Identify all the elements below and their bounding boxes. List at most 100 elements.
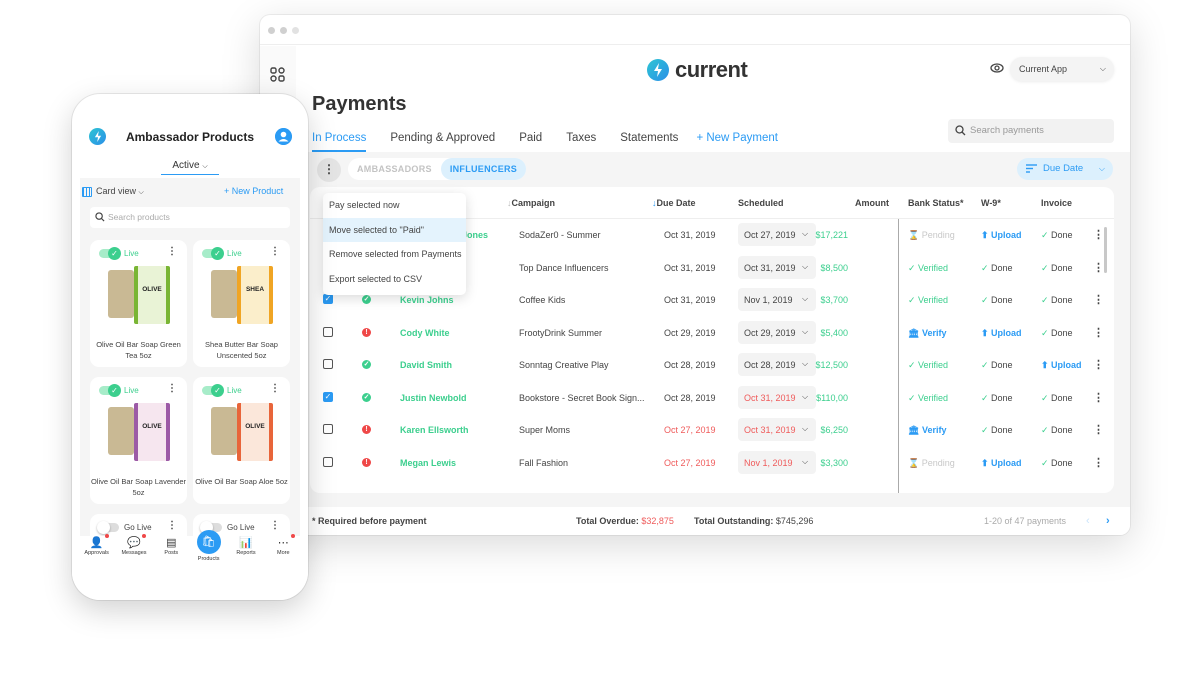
- bulk-actions-button[interactable]: ⋮: [317, 158, 341, 182]
- w9-status[interactable]: ⬆ Upload: [981, 328, 1022, 339]
- new-product-button[interactable]: + New Product: [224, 186, 283, 196]
- row-checkbox[interactable]: ✓: [323, 391, 333, 402]
- window-dot[interactable]: [292, 27, 299, 34]
- segment-ambassadors[interactable]: AMBASSADORS: [348, 158, 441, 180]
- brand-name: current: [675, 57, 748, 82]
- w9-status[interactable]: ⬆ Upload: [981, 230, 1022, 241]
- bank-status[interactable]: 🏛 Verify: [908, 328, 946, 339]
- tab-reports[interactable]: 📊 Reports: [229, 536, 263, 581]
- w9-status[interactable]: ⬆ Upload: [981, 458, 1022, 469]
- row-checkbox[interactable]: [323, 326, 333, 337]
- segment-influencers[interactable]: INFLUENCERS: [440, 158, 527, 180]
- card-menu-button[interactable]: ⋮: [167, 383, 177, 394]
- row-actions-button[interactable]: ⋮: [1093, 358, 1104, 371]
- row-actions-button[interactable]: ⋮: [1093, 456, 1104, 469]
- status-filter-dropdown[interactable]: Active ⌵: [161, 160, 219, 175]
- row-actions-button[interactable]: ⋮: [1093, 293, 1104, 306]
- due-date: Oct 31, 2019: [664, 295, 716, 305]
- payee-name[interactable]: Kevin Johns: [400, 295, 454, 305]
- search-products-input[interactable]: Search products: [90, 207, 290, 228]
- sort-dropdown[interactable]: Due Date ⌵: [1017, 158, 1113, 180]
- prev-page-button[interactable]: ‹: [1086, 507, 1090, 535]
- payee-name[interactable]: Justin Newbold: [400, 393, 467, 403]
- row-actions-button[interactable]: ⋮: [1093, 228, 1104, 241]
- table-row[interactable]: ! Megan Lewis Fall Fashion Oct 27, 2019 Nov …: [310, 447, 1114, 480]
- col-campaign[interactable]: ↓Campaign: [507, 198, 555, 208]
- col-bank-status[interactable]: Bank Status*: [908, 198, 964, 208]
- table-row[interactable]: ✓ ✓ Justin Newbold Bookstore - Secret Book …: [310, 382, 1114, 415]
- product-card[interactable]: Live ⋮ OLIVE Olive Oil Bar Soap Green Tea 5…: [90, 240, 187, 367]
- tab-taxes[interactable]: Taxes: [566, 132, 596, 152]
- row-actions-button[interactable]: ⋮: [1093, 423, 1104, 436]
- payee-name[interactable]: Cody White: [400, 328, 450, 338]
- row-checkbox[interactable]: [323, 359, 333, 369]
- live-toggle[interactable]: [202, 384, 224, 397]
- menu-move-to-paid[interactable]: Move selected to "Paid": [323, 217, 466, 242]
- payee-name[interactable]: Megan Lewis: [400, 458, 456, 468]
- row-actions-button[interactable]: ⋮: [1093, 391, 1104, 404]
- chevron-down-icon: ⌵: [802, 424, 809, 433]
- search-payments-input[interactable]: Search payments: [948, 119, 1114, 143]
- apps-grid-icon[interactable]: [269, 66, 287, 84]
- product-card[interactable]: Live ⋮ OLIVE Olive Oil Bar Soap Aloe 5oz: [193, 377, 290, 504]
- check-icon: ✓: [1041, 425, 1052, 435]
- card-menu-button[interactable]: ⋮: [167, 246, 177, 257]
- table-row[interactable]: ! Karen Ellsworth Super Moms Oct 27, 2019 Oc…: [310, 414, 1114, 447]
- col-w9[interactable]: W-9*: [981, 198, 1001, 208]
- bank-status: ✓ Verified: [908, 295, 949, 305]
- col-invoice[interactable]: Invoice: [1041, 198, 1072, 208]
- product-card[interactable]: Live ⋮ OLIVE Olive Oil Bar Soap Lavender 5o…: [90, 377, 187, 504]
- invoice-status[interactable]: ⬆ Upload: [1041, 360, 1082, 371]
- col-scheduled[interactable]: Scheduled: [738, 198, 784, 208]
- card-menu-button[interactable]: ⋮: [270, 520, 280, 531]
- col-amount[interactable]: Amount: [855, 198, 889, 208]
- row-actions-button[interactable]: ⋮: [1093, 326, 1104, 339]
- product-card[interactable]: Live ⋮ SHEA Shea Butter Bar Soap Unscented …: [193, 240, 290, 367]
- next-page-button[interactable]: ›: [1106, 507, 1110, 535]
- tab-pending-approved[interactable]: Pending & Approved: [390, 132, 495, 152]
- table-row[interactable]: ! Cody White FrootyDrink Summer Oct 29, 201…: [310, 317, 1114, 350]
- row-actions-button[interactable]: ⋮: [1093, 261, 1104, 274]
- card-menu-button[interactable]: ⋮: [270, 246, 280, 257]
- tab-posts[interactable]: ▤ Posts: [154, 536, 188, 581]
- view-toggle[interactable]: Card view ⌵: [82, 186, 144, 197]
- due-date: Oct 31, 2019: [664, 262, 716, 273]
- tab-more[interactable]: ⋯ More: [266, 534, 300, 581]
- user-avatar-icon[interactable]: [275, 128, 292, 145]
- row-checkbox[interactable]: [323, 456, 333, 467]
- row-checkbox[interactable]: ✓: [323, 294, 333, 304]
- row-checkbox[interactable]: [323, 424, 333, 434]
- live-toggle[interactable]: [99, 384, 121, 397]
- card-menu-button[interactable]: ⋮: [270, 383, 280, 394]
- due-date: Oct 29, 2019: [664, 327, 716, 338]
- live-toggle[interactable]: [97, 521, 119, 534]
- col-due-date[interactable]: ↓Due Date: [652, 198, 696, 208]
- soap-bar-image: [108, 407, 134, 455]
- bank-status[interactable]: 🏛 Verify: [908, 425, 946, 436]
- new-payment-button[interactable]: + New Payment: [696, 132, 778, 152]
- payee-name[interactable]: Karen Ellsworth: [400, 425, 469, 435]
- app-select[interactable]: Current App ⌵: [1010, 57, 1114, 81]
- live-toggle[interactable]: [202, 247, 224, 260]
- live-toggle[interactable]: [99, 247, 121, 260]
- table-row[interactable]: ✓ David Smith Sonntag Creative Play Oct 28,…: [310, 349, 1114, 382]
- campaign-name: FrootyDrink Summer: [519, 327, 603, 338]
- tab-products[interactable]: 🛍 Products: [192, 530, 226, 581]
- card-menu-button[interactable]: ⋮: [167, 520, 177, 531]
- tab-statements[interactable]: Statements: [620, 132, 678, 152]
- window-dot[interactable]: [268, 27, 275, 34]
- bottom-tab-bar: 👤 Approvals 💬 Messages ▤ Posts 🛍 Products 📊 Repor…: [72, 530, 308, 581]
- bank-status: ✓ Verified: [908, 392, 949, 403]
- window-dot[interactable]: [280, 27, 287, 34]
- tab-in-process[interactable]: In Process: [312, 132, 367, 152]
- tab-messages[interactable]: 💬 Messages: [117, 534, 151, 581]
- menu-export-csv[interactable]: Export selected to CSV: [323, 267, 466, 292]
- preview-eye-icon[interactable]: [990, 63, 1004, 73]
- menu-remove-selected[interactable]: Remove selected from Payments: [323, 242, 466, 267]
- tab-paid[interactable]: Paid: [519, 132, 542, 152]
- payee-name[interactable]: David Smith: [400, 360, 452, 370]
- menu-pay-selected[interactable]: Pay selected now: [323, 193, 466, 218]
- table-scrollbar[interactable]: [1104, 227, 1107, 273]
- live-status: Live: [124, 386, 139, 395]
- tab-approvals[interactable]: 👤 Approvals: [80, 534, 114, 581]
